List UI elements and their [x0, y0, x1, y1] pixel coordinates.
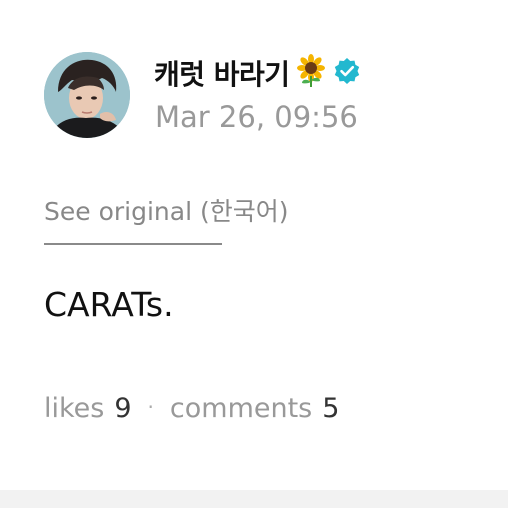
username-row: 캐럿 바라기	[154, 52, 362, 94]
post-stats: likes 9 · comments 5	[44, 393, 339, 424]
avatar[interactable]	[44, 52, 130, 138]
post-card: 캐럿 바라기 Mar 26, 09:56 See original (한국어) …	[0, 0, 508, 490]
stats-separator: ·	[147, 395, 154, 419]
post-body-text: CARATs.	[44, 285, 174, 324]
sunflower-icon	[294, 54, 328, 92]
footer-divider	[0, 490, 508, 508]
see-original-row: See original (한국어)	[44, 192, 289, 228]
see-original-link[interactable]: See original	[44, 197, 192, 226]
see-original-underline	[44, 243, 222, 245]
avatar-photo	[44, 52, 130, 138]
likes-count[interactable]: 9	[114, 393, 131, 424]
original-language-label: (한국어)	[199, 197, 289, 226]
post-timestamp: Mar 26, 09:56	[155, 100, 358, 134]
comments-label[interactable]: comments	[170, 393, 312, 424]
username[interactable]: 캐럿 바라기	[154, 53, 290, 93]
comments-count[interactable]: 5	[322, 393, 339, 424]
verified-icon	[332, 56, 362, 90]
likes-label[interactable]: likes	[44, 393, 104, 424]
